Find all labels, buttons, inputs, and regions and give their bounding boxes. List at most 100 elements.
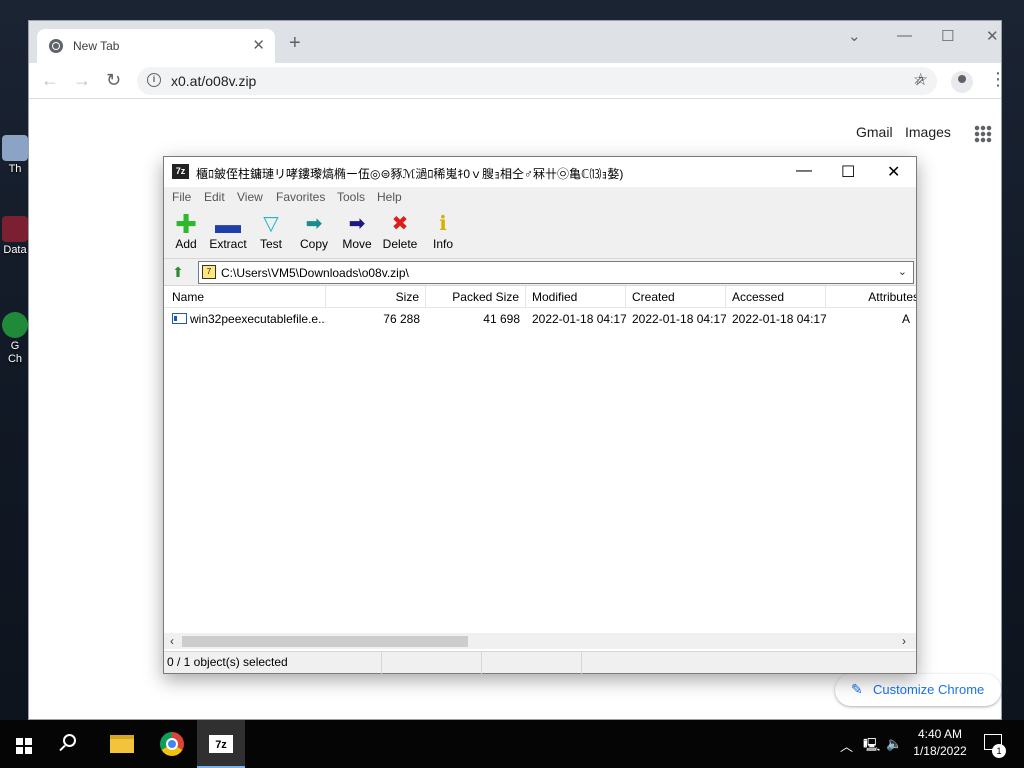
desktop-icon-label: Th [8,163,22,175]
new-tab-button[interactable]: + [289,33,301,53]
site-info-icon[interactable]: i [147,73,161,87]
test-label: Test [259,237,282,251]
maximize-button[interactable]: ☐ [941,27,954,45]
images-link[interactable]: Images [905,124,951,140]
volume-muted-icon[interactable]: 🔈 [886,736,902,752]
7zip-address-row: ⬆ 7 C:\Users\VM5\Downloads\o08v.zip\ ⌄ [164,259,916,285]
taskbar-chrome[interactable] [148,720,196,768]
desktop-icon-recycle[interactable]: Th [0,135,30,176]
table-row[interactable]: win32peexecutablefile.e... 76 288 41 698… [164,308,916,330]
7zip-status-bar: 0 / 1 object(s) selected [164,651,916,674]
profile-avatar-icon[interactable] [951,71,973,93]
forward-button[interactable]: → [73,70,91,90]
close-window-button[interactable]: ✕ [986,27,999,45]
tab-title: New Tab [73,39,120,53]
column-accessed[interactable]: Accessed [726,286,826,308]
menu-tools[interactable]: Tools [337,190,365,204]
column-created[interactable]: Created [626,286,726,308]
file-list: Name Size Packed Size Modified Created A… [164,285,916,633]
search-button[interactable] [48,720,96,768]
7zip-close-button[interactable]: ✕ [887,162,900,182]
notification-count-badge: 1 [992,744,1006,758]
shortcut-icon [2,216,28,242]
show-hidden-icons-chevron-icon[interactable]: ︿ [840,736,853,755]
bookmark-star-icon[interactable]: ☆ [913,71,928,89]
test-icon: ▽ [263,213,279,235]
7zip-app-icon: 7z [172,164,189,179]
gmail-link[interactable]: Gmail [856,124,893,140]
scroll-right-icon[interactable]: › [902,634,906,648]
desktop-icon-chrome[interactable]: G Ch [0,312,30,366]
7zip-title-bar[interactable]: 7z 櫃ﾛ鈹侄柱鏞璉リ哮鏤瓈熇椭ー伍◎⊜豩ℳ濄ﾛ稀嵬ｷ0ｖ膄ｮ相仝♂冧卄㉧亀ℂ⒀… [164,157,916,187]
move-button[interactable]: ➡ Move [335,213,379,251]
7zip-minimize-button[interactable]: — [796,162,812,180]
info-button[interactable]: ℹ Info [421,213,465,251]
taskbar-file-explorer[interactable] [98,720,146,768]
file-modified-cell: 2022-01-18 04:17 [532,312,626,326]
tab-search-icon[interactable]: ⌄ [848,27,861,45]
delete-button[interactable]: ✖ Delete [378,213,422,251]
7zip-window-title: 櫃ﾛ鈹侄柱鏞璉リ哮鏤瓈熇椭ー伍◎⊜豩ℳ濄ﾛ稀嵬ｷ0ｖ膄ｮ相仝♂冧卄㉧亀ℂ⒀ｮ嫯) [196,167,624,181]
selection-status: 0 / 1 object(s) selected [164,652,382,674]
desktop-icon-label: Data [3,244,27,256]
delete-label: Delete [382,237,418,251]
menu-help[interactable]: Help [377,190,402,204]
menu-favorites[interactable]: Favorites [276,190,325,204]
file-name: win32peexecutablefile.e... [190,312,326,326]
status-segment [482,652,582,674]
menu-view[interactable]: View [237,190,263,204]
file-name-cell[interactable]: win32peexecutablefile.e... [166,308,326,330]
7zip-menu-bar: File Edit View Favorites Tools Help [164,187,916,207]
chrome-menu-icon[interactable]: ⋮ [989,69,1007,89]
path-text[interactable]: C:\Users\VM5\Downloads\o08v.zip\ [221,266,409,280]
file-accessed-cell: 2022-01-18 04:17 [732,312,826,326]
windows-logo-icon [16,738,32,754]
column-packed-size[interactable]: Packed Size [426,286,526,308]
tab-new-tab[interactable]: New Tab ✕ [37,29,275,63]
folder-up-icon[interactable]: ⬆ [169,263,187,281]
start-button[interactable] [0,720,48,768]
extract-icon: ▬ [215,209,241,239]
path-combobox[interactable]: 7 C:\Users\VM5\Downloads\o08v.zip\ ⌄ [198,261,914,284]
system-clock[interactable]: 4:40 AM 1/18/2022 [905,726,975,760]
back-button[interactable]: ← [41,70,59,90]
desktop-icon-label: G Ch [7,340,23,365]
archive-icon: 7 [202,265,216,279]
reload-button[interactable]: ↻ [106,70,121,90]
menu-edit[interactable]: Edit [204,190,225,204]
google-apps-icon[interactable] [974,125,992,143]
customize-chrome-label: Customize Chrome [873,682,985,697]
folder-icon [110,735,134,753]
column-modified[interactable]: Modified [526,286,626,308]
copy-button[interactable]: ➡ Copy [292,213,336,251]
customize-chrome-button[interactable]: ✎ Customize Chrome [835,674,1001,706]
url-text[interactable]: x0.at/o08v.zip [171,73,256,89]
7zip-toolbar: ✚ Add ▬ Extract ▽ Test ➡ Copy ➡ Move ✖ D… [164,207,916,259]
close-tab-icon[interactable]: ✕ [252,36,265,54]
scrollbar-thumb[interactable] [182,636,468,647]
clock-date: 1/18/2022 [913,744,967,758]
horizontal-scrollbar[interactable]: ‹ › [164,633,916,649]
taskbar-7zip[interactable]: 7z [197,720,245,768]
column-size[interactable]: Size [326,286,426,308]
7zip-maximize-button[interactable]: ☐ [841,162,855,182]
file-size-cell: 76 288 [383,312,420,326]
file-attributes-cell: A [901,312,910,326]
address-bar[interactable]: i x0.at/o08v.zip ⇗ [137,67,937,95]
taskbar: 7z ︿ 🖳 🔈 4:40 AM 1/18/2022 1 [0,720,1024,768]
test-button[interactable]: ▽ Test [249,213,293,251]
menu-file[interactable]: File [172,190,191,204]
column-name[interactable]: Name [166,286,326,308]
minimize-button[interactable]: — [897,27,912,44]
desktop-icon-data[interactable]: Data [0,216,30,257]
file-created-cell: 2022-01-18 04:17 [632,312,726,326]
chevron-down-icon[interactable]: ⌄ [898,265,907,278]
network-icon[interactable]: 🖳 [863,736,880,758]
clock-time: 4:40 AM [917,727,963,741]
file-packed-cell: 41 698 [483,312,520,326]
add-icon: ✚ [175,209,197,239]
column-attributes[interactable]: Attributes [826,286,916,308]
extract-button[interactable]: ▬ Extract [206,209,250,251]
scroll-left-icon[interactable]: ‹ [170,634,174,648]
add-button[interactable]: ✚ Add [164,209,208,251]
